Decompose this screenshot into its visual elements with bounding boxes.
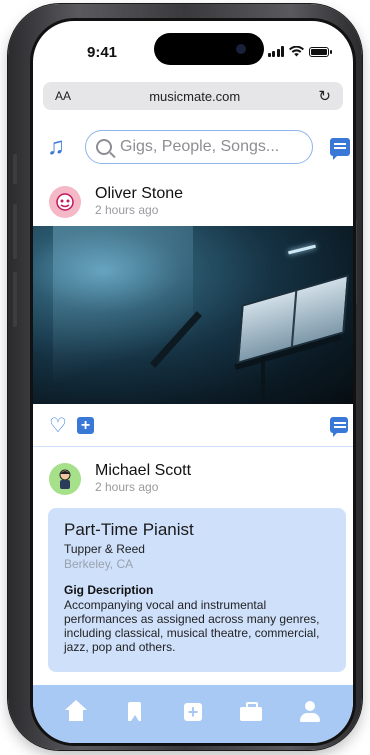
post-header: Oliver Stone 2 hours ago: [33, 182, 353, 228]
avatar[interactable]: [49, 186, 81, 218]
chat-icon[interactable]: [330, 138, 350, 160]
camera-icon: [236, 44, 246, 54]
avatar-cartoon-icon: [59, 469, 71, 489]
music-note-icon[interactable]: ♫: [47, 135, 65, 159]
heart-icon[interactable]: ♡: [49, 416, 67, 436]
add-icon[interactable]: [181, 700, 205, 724]
bottom-nav: [33, 685, 353, 743]
post-author[interactable]: Oliver Stone: [95, 185, 183, 203]
browser-url-bar[interactable]: AA musicmate.com ↻: [43, 82, 343, 110]
briefcase-icon[interactable]: [239, 700, 263, 724]
add-icon[interactable]: +: [77, 417, 94, 434]
dynamic-island: [154, 33, 264, 65]
comment-icon[interactable]: [330, 417, 348, 437]
signal-icon: [267, 46, 284, 57]
app-header: ♫ Gigs, People, Songs...: [33, 122, 353, 174]
gig-description: Accompanying vocal and instrumental perf…: [64, 598, 320, 654]
gig-company: Tupper & Reed: [64, 542, 145, 556]
bookmark-icon[interactable]: [123, 700, 147, 724]
search-input[interactable]: Gigs, People, Songs...: [85, 130, 313, 164]
screen: 9:41 AA musicmate.com ↻ ♫ Gigs, People, …: [30, 18, 356, 746]
gig-card[interactable]: Part-Time Pianist Tupper & Reed Berkeley…: [48, 508, 346, 672]
reload-icon[interactable]: ↻: [318, 87, 331, 105]
status-bar: 9:41: [33, 21, 353, 79]
text-size-button[interactable]: AA: [55, 89, 71, 103]
mute-switch: [13, 154, 17, 184]
search-icon: [96, 139, 112, 155]
battery-icon: [309, 46, 332, 57]
post-header: Michael Scott 2 hours ago: [33, 459, 353, 505]
status-icons: [267, 46, 332, 57]
post-author[interactable]: Michael Scott: [95, 462, 191, 480]
post-actions: ♡ +: [33, 405, 353, 447]
volume-down-button: [13, 272, 17, 327]
status-time: 9:41: [87, 44, 118, 61]
gig-title: Part-Time Pianist: [64, 520, 194, 539]
home-icon[interactable]: [64, 700, 88, 724]
phone-frame: 9:41 AA musicmate.com ↻ ♫ Gigs, People, …: [8, 4, 362, 750]
post-time: 2 hours ago: [95, 203, 159, 217]
profile-icon[interactable]: [298, 700, 322, 724]
wifi-icon: [289, 46, 304, 57]
url-text[interactable]: musicmate.com: [71, 89, 318, 104]
search-placeholder: Gigs, People, Songs...: [120, 138, 280, 155]
gig-location: Berkeley, CA: [64, 557, 134, 571]
post-image[interactable]: [33, 226, 353, 404]
avatar[interactable]: [49, 463, 81, 495]
post-time: 2 hours ago: [95, 480, 159, 494]
gig-description-heading: Gig Description: [64, 583, 154, 597]
avatar-cartoon-icon: [56, 193, 74, 211]
volume-up-button: [13, 204, 17, 259]
